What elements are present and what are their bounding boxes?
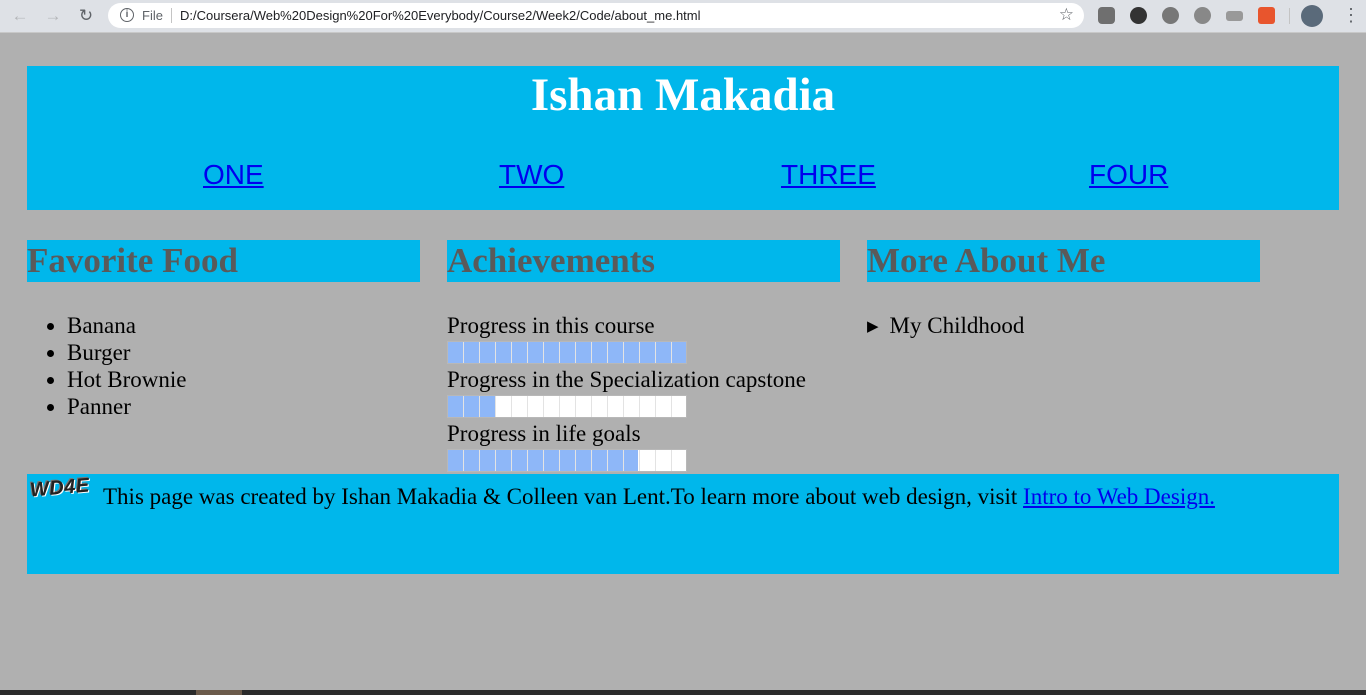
footer-text: This page was created by Ishan Makadia &… xyxy=(103,483,1215,510)
childhood-details-toggle[interactable]: ▶ My Childhood xyxy=(867,312,1024,341)
taskbar-active-app[interactable] xyxy=(196,690,242,695)
info-icon[interactable]: i xyxy=(120,8,134,22)
progress-label-course: Progress in this course xyxy=(447,313,655,338)
disclosure-triangle-icon: ▶ xyxy=(867,319,879,335)
menu-kebab-icon[interactable]: ⋮ xyxy=(1342,5,1360,26)
list-item: Burger xyxy=(67,339,186,366)
progress-bar-capstone xyxy=(447,395,687,418)
forward-arrow-icon[interactable]: → xyxy=(43,6,63,26)
toolbar-divider xyxy=(1289,8,1290,24)
food-list: Banana Burger Hot Brownie Panner xyxy=(27,312,186,420)
key-extension-icon[interactable] xyxy=(1226,11,1243,21)
nav-link-four[interactable]: FOUR xyxy=(1089,157,1168,193)
nav-link-three[interactable]: THREE xyxy=(781,157,876,193)
url-scheme: File xyxy=(142,8,163,23)
list-item: Hot Brownie xyxy=(67,366,186,393)
list-item: Panner xyxy=(67,393,186,420)
back-arrow-icon[interactable]: ← xyxy=(10,6,30,26)
site-title: Ishan Makadia xyxy=(530,69,836,121)
details-summary-label: My Childhood xyxy=(889,313,1025,338)
red-extension-icon[interactable] xyxy=(1258,7,1275,24)
favorite-food-heading: Favorite Food xyxy=(27,240,420,282)
progress-label-capstone: Progress in the Specialization capstone xyxy=(447,367,806,392)
nav-link-two[interactable]: TWO xyxy=(499,157,564,193)
bookmark-star-icon[interactable]: ☆ xyxy=(1059,5,1074,25)
shield-extension-icon[interactable] xyxy=(1098,7,1115,24)
intro-web-design-link[interactable]: Intro to Web Design. xyxy=(1023,484,1215,509)
progress-bar-life-goals xyxy=(447,449,687,472)
progress-label-life-goals: Progress in life goals xyxy=(447,421,641,446)
page-footer: WD4E This page was created by Ishan Maka… xyxy=(27,474,1339,574)
wd4e-logo: WD4E xyxy=(29,474,91,502)
url-text[interactable]: D:/Coursera/Web%20Design%20For%20Everybo… xyxy=(180,8,701,23)
address-bar[interactable]: i File D:/Coursera/Web%20Design%20For%20… xyxy=(108,3,1084,28)
more-about-me-heading: More About Me xyxy=(867,240,1260,282)
profile-avatar[interactable] xyxy=(1301,5,1323,27)
chat-extension-icon[interactable] xyxy=(1130,7,1147,24)
achievements-heading: Achievements xyxy=(447,240,840,282)
browser-toolbar: ← → ↻ i File D:/Coursera/Web%20Design%20… xyxy=(0,0,1366,33)
nav-link-one[interactable]: ONE xyxy=(203,157,264,193)
list-item: Banana xyxy=(67,312,186,339)
gear-extension-icon[interactable] xyxy=(1162,7,1179,24)
progress-bar-course xyxy=(447,341,687,364)
footer-credit: This page was created by Ishan Makadia &… xyxy=(103,484,1024,509)
reload-icon[interactable]: ↻ xyxy=(76,6,96,26)
w-extension-icon[interactable] xyxy=(1194,7,1211,24)
address-separator xyxy=(171,8,172,23)
